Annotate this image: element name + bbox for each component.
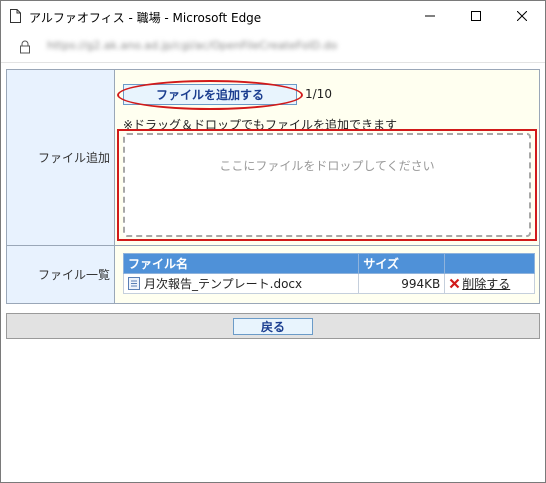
file-size: 994KB	[358, 273, 446, 294]
file-name: 月次報告_テンプレート.docx	[144, 277, 303, 291]
footer-bar: 戻る	[6, 313, 540, 339]
document-icon	[128, 277, 140, 290]
minimize-icon	[425, 15, 435, 17]
file-list-label: ファイル一覧	[6, 245, 115, 304]
column-header-filename: ファイル名	[122, 253, 360, 274]
lock-icon	[19, 40, 31, 57]
file-list-cell: ファイル名 サイズ 月次報告_テンプレート.docx 994KB 削除する	[114, 245, 540, 304]
page-content: ファイル追加 ファイルを追加する 1/10 ※ドラッグ＆ドロップでもファイルを追…	[1, 64, 545, 482]
file-name-cell: 月次報告_テンプレート.docx	[122, 273, 360, 294]
url-text[interactable]: https://g2.ak.ano.ad.jp/cgi/ac/OpenFileC…	[47, 39, 337, 52]
delete-icon[interactable]	[449, 278, 461, 289]
page-icon	[10, 9, 21, 23]
table-row: 月次報告_テンプレート.docx 994KB 削除する	[122, 273, 535, 294]
file-add-cell: ファイルを追加する 1/10 ※ドラッグ＆ドロップでもファイルを追加できます こ…	[114, 69, 540, 246]
delete-link[interactable]: 削除する	[462, 277, 510, 291]
minimize-button[interactable]	[407, 1, 453, 32]
file-list-table: ファイル名 サイズ 月次報告_テンプレート.docx 994KB 削除する	[122, 253, 535, 294]
file-list-row: ファイル一覧 ファイル名 サイズ 月次報告_テンプレート.docx 994KB …	[6, 245, 540, 304]
address-bar[interactable]: https://g2.ak.ano.ad.jp/cgi/ac/OpenFileC…	[1, 32, 545, 63]
drop-zone[interactable]: ここにファイルをドロップしてください	[123, 133, 531, 237]
column-header-size: サイズ	[358, 253, 446, 274]
window-title: アルファオフィス - 職場 - Microsoft Edge	[29, 11, 262, 25]
maximize-button[interactable]	[453, 1, 499, 32]
file-action-cell: 削除する	[444, 273, 535, 294]
upload-form-table: ファイル追加 ファイルを追加する 1/10 ※ドラッグ＆ドロップでもファイルを追…	[6, 69, 540, 304]
file-add-row: ファイル追加 ファイルを追加する 1/10 ※ドラッグ＆ドロップでもファイルを追…	[6, 69, 540, 246]
title-bar: アルファオフィス - 職場 - Microsoft Edge	[1, 1, 545, 32]
file-list-header: ファイル名 サイズ	[122, 253, 535, 274]
close-icon	[517, 11, 527, 21]
browser-window: アルファオフィス - 職場 - Microsoft Edge https://g…	[0, 0, 546, 483]
file-count: 1/10	[305, 87, 332, 101]
add-file-button[interactable]: ファイルを追加する	[123, 84, 297, 105]
back-button[interactable]: 戻る	[233, 318, 313, 335]
column-header-action	[444, 253, 535, 274]
file-add-label: ファイル追加	[6, 69, 115, 246]
maximize-icon	[471, 11, 481, 21]
drop-zone-text: ここにファイルをドロップしてください	[219, 159, 435, 173]
close-button[interactable]	[499, 1, 545, 32]
